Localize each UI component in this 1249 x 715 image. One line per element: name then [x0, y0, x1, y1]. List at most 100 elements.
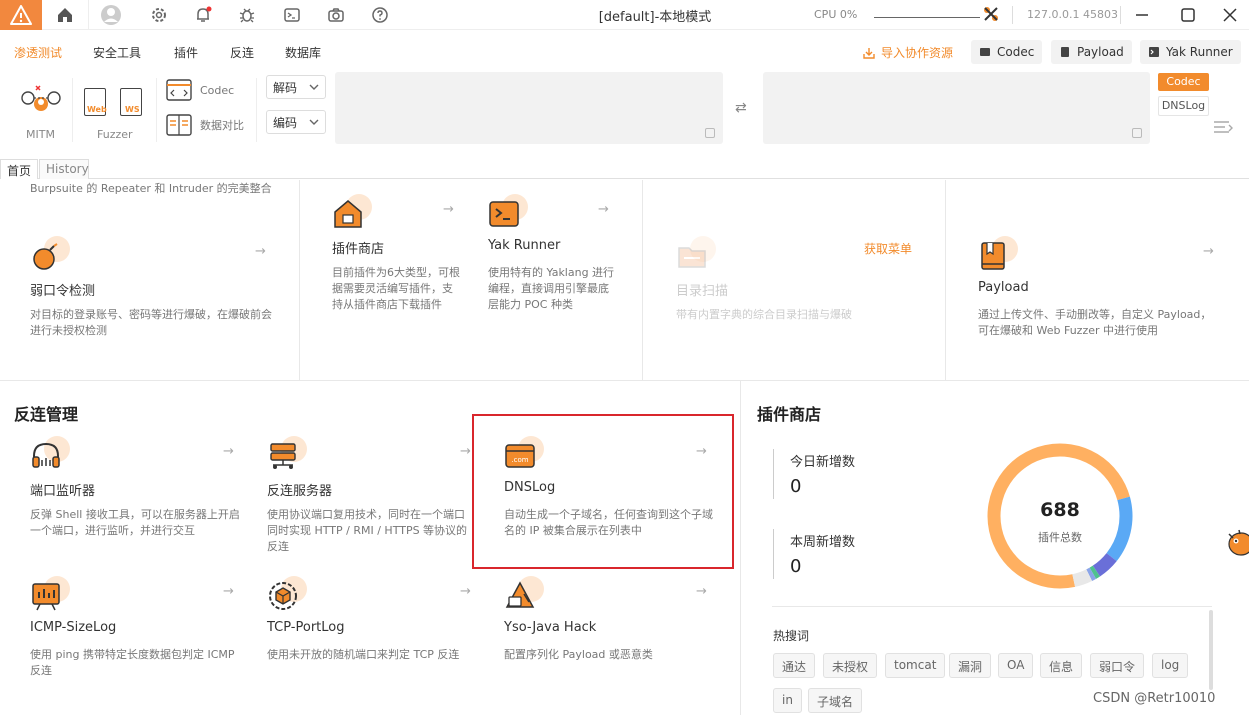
- menu-reverse[interactable]: 反连: [230, 44, 254, 61]
- codec-output-area[interactable]: [763, 72, 1150, 144]
- keyword-tag[interactable]: 漏洞: [949, 653, 992, 678]
- mascot-icon[interactable]: [1225, 528, 1249, 561]
- week-new-value: 0: [790, 556, 802, 577]
- web-fuzzer-icon[interactable]: Web: [84, 88, 107, 116]
- tcp-portlog-title[interactable]: TCP-PortLog: [267, 620, 345, 635]
- keyword-tag[interactable]: 弱口令: [1090, 653, 1145, 678]
- compare-icon: [166, 114, 192, 136]
- arrow-right-icon[interactable]: →: [598, 202, 609, 217]
- arrow-right-icon[interactable]: →: [460, 444, 471, 459]
- headphones-icon: [30, 440, 62, 472]
- keyword-tag[interactable]: tomcat: [885, 653, 946, 678]
- arrow-right-icon[interactable]: →: [1203, 244, 1214, 259]
- mitm-label: MITM: [26, 128, 55, 141]
- menu-plugins[interactable]: 插件: [174, 44, 198, 61]
- tab-home[interactable]: 首页: [0, 159, 38, 179]
- maximize-button[interactable]: [1177, 4, 1199, 26]
- java-hack-icon: [504, 580, 536, 612]
- data-compare-tool[interactable]: 数据对比: [166, 114, 244, 136]
- get-menu-link[interactable]: 获取菜单: [864, 240, 912, 257]
- codec-icon: [980, 48, 990, 56]
- watermark: CSDN @Retr10010: [1093, 691, 1216, 706]
- yso-java-hack-title[interactable]: Yso-Java Hack: [504, 620, 596, 635]
- plugin-store-title[interactable]: 插件商店: [332, 238, 384, 257]
- keyword-tag[interactable]: 信息: [1040, 653, 1083, 678]
- engine-status-icon[interactable]: [982, 5, 1000, 26]
- burp-desc: Burpsuite 的 Repeater 和 Intruder 的完美整合: [30, 182, 272, 195]
- help-icon[interactable]: [367, 3, 393, 27]
- dnslog-tag[interactable]: DNSLog: [1158, 96, 1209, 116]
- today-new-value: 0: [790, 476, 802, 497]
- codec-button[interactable]: Codec: [971, 40, 1043, 64]
- gear-icon[interactable]: [146, 3, 172, 27]
- arrow-right-icon[interactable]: →: [223, 584, 234, 599]
- week-new-label: 本周新增数: [790, 535, 856, 550]
- ws-fuzzer-icon[interactable]: WS: [120, 88, 142, 116]
- user-icon[interactable]: [98, 3, 124, 27]
- minimize-button[interactable]: [1131, 4, 1153, 26]
- yak-runner-button[interactable]: Yak Runner: [1140, 40, 1241, 64]
- dns-icon-text: .com: [511, 456, 528, 464]
- copy-icon[interactable]: [705, 128, 715, 138]
- tcp-portlog-desc: 使用未开放的随机端口来判定 TCP 反连: [267, 648, 460, 661]
- dnslog-desc: 自动生成一个子域名，任何查询到这个子域名的 IP 被集合展示在列表中: [504, 508, 713, 537]
- menu-pentest[interactable]: 渗透测试: [14, 44, 62, 61]
- arrow-right-icon[interactable]: →: [696, 584, 707, 599]
- store-scrollbar[interactable]: [1209, 610, 1213, 690]
- compare-label: 数据对比: [200, 119, 244, 132]
- payload-button-label: Payload: [1077, 45, 1124, 59]
- menu-database[interactable]: 数据库: [285, 44, 321, 61]
- port-listener-desc: 反弹 Shell 接收工具，可以在服务器上开启一个端口，进行监听，并进行交互: [30, 508, 240, 537]
- close-button[interactable]: [1219, 4, 1241, 26]
- decode-select[interactable]: 解码: [266, 75, 326, 99]
- arrow-right-icon[interactable]: →: [255, 244, 266, 259]
- payload-icon: [1061, 47, 1069, 57]
- chevron-down-icon: [309, 119, 319, 125]
- port-listener-title[interactable]: 端口监听器: [30, 480, 95, 499]
- arrow-right-icon[interactable]: →: [443, 202, 454, 217]
- arrow-right-icon[interactable]: →: [460, 584, 471, 599]
- payload-title[interactable]: Payload: [978, 280, 1029, 295]
- arrow-right-icon[interactable]: →: [696, 444, 707, 459]
- codec-input-area[interactable]: [335, 72, 723, 144]
- payload-button[interactable]: Payload: [1051, 40, 1132, 64]
- reverse-server-desc: 使用协议端口复用技术，同时在一个端口同时实现 HTTP / RMI / HTTP…: [267, 508, 468, 553]
- icmp-sizelog-title[interactable]: ICMP-SizeLog: [30, 620, 116, 635]
- codec-tag[interactable]: Codec: [1158, 73, 1209, 91]
- yak-runner-title[interactable]: Yak Runner: [488, 238, 560, 253]
- menu-security-tools[interactable]: 安全工具: [93, 44, 141, 61]
- encode-select[interactable]: 编码: [266, 110, 326, 134]
- terminal-icon: [1149, 47, 1159, 57]
- engine-address: 127.0.0.1 45803: [1027, 8, 1118, 21]
- weakpass-title[interactable]: 弱口令检测: [30, 280, 95, 299]
- keyword-tag[interactable]: 通达: [773, 653, 816, 678]
- terminal-icon[interactable]: [279, 3, 305, 27]
- arrow-right-icon[interactable]: →: [223, 444, 234, 459]
- bell-icon[interactable]: [190, 3, 216, 27]
- copy-icon[interactable]: [1132, 128, 1142, 138]
- collapse-toolbar-icon[interactable]: [1213, 119, 1233, 138]
- swap-icon[interactable]: ⇄: [735, 100, 747, 116]
- home-icon[interactable]: [52, 3, 78, 27]
- today-new-label: 今日新增数: [790, 455, 856, 470]
- bug-icon[interactable]: [234, 3, 260, 27]
- yak-runner-button-label: Yak Runner: [1166, 45, 1233, 59]
- mitm-icon[interactable]: [20, 82, 62, 125]
- import-resources-button[interactable]: 导入协作资源: [862, 44, 953, 61]
- keyword-tag[interactable]: log: [1152, 653, 1189, 678]
- codec-tool[interactable]: Codec: [166, 79, 234, 101]
- reverse-server-title[interactable]: 反连服务器: [267, 480, 332, 499]
- store-section-title: 插件商店: [757, 405, 822, 424]
- keyword-tag[interactable]: in: [773, 688, 802, 713]
- icmp-sizelog-desc: 使用 ping 携带特定长度数据包判定 ICMP 反连: [30, 648, 235, 677]
- ws-label: WS: [125, 105, 140, 114]
- codec-tool-label: Codec: [200, 83, 235, 97]
- keyword-tag[interactable]: 子域名: [808, 688, 863, 713]
- keyword-tag[interactable]: OA: [998, 653, 1034, 678]
- dnslog-title[interactable]: DNSLog: [504, 480, 555, 495]
- tab-history[interactable]: History: [39, 159, 89, 179]
- camera-icon[interactable]: [323, 3, 349, 27]
- chevron-down-icon: [309, 84, 319, 90]
- keyword-tag[interactable]: 未授权: [823, 653, 878, 678]
- terminal-icon: [488, 198, 520, 230]
